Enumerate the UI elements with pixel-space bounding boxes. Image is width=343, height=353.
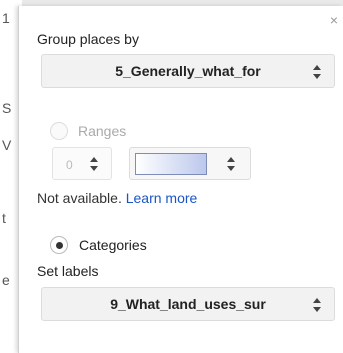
background-char: V: [2, 137, 12, 153]
categories-radio[interactable]: [50, 236, 68, 254]
up-down-caret-icon: [90, 157, 98, 171]
group-by-select-value: 5_Generally_what_for: [115, 63, 261, 79]
background-char: t: [2, 210, 6, 226]
background-char: e: [2, 272, 10, 288]
set-labels-label: Set labels: [37, 263, 99, 279]
background-char: 1: [2, 10, 10, 26]
group-places-panel: × Group places by 5_Generally_what_for R…: [18, 6, 343, 353]
group-by-select[interactable]: 5_Generally_what_for: [41, 54, 335, 88]
not-available-note: Not available. Learn more: [37, 190, 197, 206]
ranges-count-value: 0: [66, 158, 73, 172]
set-labels-select[interactable]: 9_What_land_uses_sur: [41, 287, 335, 321]
ranges-radio[interactable]: [50, 122, 68, 140]
ranges-count-stepper[interactable]: 0: [52, 147, 112, 180]
color-ramp-select[interactable]: [129, 147, 251, 180]
up-down-caret-icon: [313, 65, 321, 79]
color-ramp-swatch: [135, 153, 207, 175]
up-down-caret-icon: [313, 298, 321, 312]
set-labels-select-value: 9_What_land_uses_sur: [110, 296, 266, 312]
categories-label: Categories: [79, 237, 147, 253]
ranges-label: Ranges: [78, 123, 127, 139]
learn-more-link[interactable]: Learn more: [126, 190, 198, 206]
up-down-caret-icon: [227, 157, 235, 171]
group-places-label: Group places by: [37, 31, 139, 47]
not-available-text: Not available.: [37, 190, 122, 206]
close-icon[interactable]: ×: [328, 13, 340, 27]
background-char: S: [2, 100, 12, 116]
